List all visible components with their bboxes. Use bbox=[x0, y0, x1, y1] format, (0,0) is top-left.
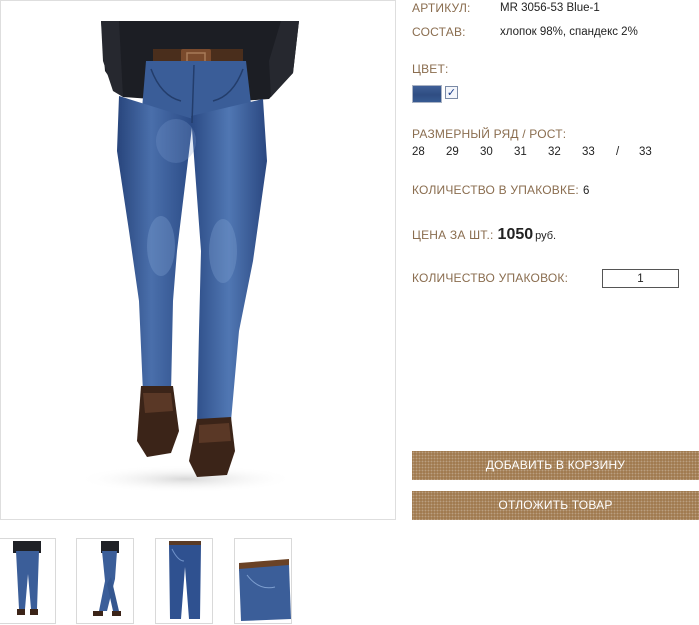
height-item: 33 bbox=[639, 146, 652, 158]
packs-row: КОЛИЧЕСТВО УПАКОВОК: bbox=[412, 271, 568, 285]
add-to-cart-button[interactable]: ДОБАВИТЬ В КОРЗИНУ bbox=[412, 451, 699, 480]
thumbnail-image bbox=[239, 559, 291, 621]
composition-label: СОСТАВ: bbox=[412, 25, 466, 39]
size-item: 28 bbox=[412, 146, 425, 158]
color-label: ЦВЕТ: bbox=[412, 62, 449, 76]
sku-label: АРТИКУЛ: bbox=[412, 1, 471, 15]
size-item: 33 bbox=[582, 146, 595, 158]
packs-label: КОЛИЧЕСТВО УПАКОВОК: bbox=[412, 271, 569, 285]
pack-quantity-label: КОЛИЧЕСТВО В УПАКОВКЕ: bbox=[412, 183, 579, 197]
size-item: 31 bbox=[514, 146, 527, 158]
size-item: 30 bbox=[480, 146, 493, 158]
thumbnail-image bbox=[93, 541, 121, 616]
jeans-photo bbox=[76, 21, 299, 493]
price-label: ЦЕНА ЗА ШТ.: bbox=[412, 228, 494, 242]
sku-value: MR 3056-53 Blue-1 bbox=[500, 2, 600, 14]
size-list: 28 29 30 31 32 33 / 33 bbox=[412, 146, 699, 162]
size-range-label: РАЗМЕРНЫЙ РЯД / РОСТ: bbox=[412, 127, 567, 141]
price-row: ЦЕНА ЗА ШТ.: 1050 руб. bbox=[412, 226, 556, 244]
color-selected-checkbox[interactable]: ✓ bbox=[445, 86, 458, 99]
thumbnail-waistband-detail[interactable] bbox=[234, 538, 292, 624]
main-product-image[interactable] bbox=[0, 0, 396, 520]
thumbnail-image bbox=[169, 541, 201, 619]
color-swatch-blue[interactable] bbox=[412, 85, 442, 103]
color-row: ЦВЕТ: bbox=[412, 62, 449, 76]
thumbnail-front-view[interactable] bbox=[0, 538, 56, 624]
product-info-panel: АРТИКУЛ: MR 3056-53 Blue-1 СОСТАВ: хлопо… bbox=[412, 0, 699, 625]
thumbnail-image bbox=[13, 541, 41, 615]
thumbnail-side-view[interactable] bbox=[76, 538, 134, 624]
thumbnail-flat-front[interactable] bbox=[155, 538, 213, 624]
price-value: 1050 bbox=[497, 226, 534, 243]
sizes-row: РАЗМЕРНЫЙ РЯД / РОСТ: bbox=[412, 127, 566, 141]
packs-quantity-input[interactable] bbox=[602, 269, 679, 288]
sku-row: АРТИКУЛ: MR 3056-53 Blue-1 bbox=[412, 1, 600, 15]
size-item: 32 bbox=[548, 146, 561, 158]
size-item: 29 bbox=[446, 146, 459, 158]
pack-quantity-value: 6 bbox=[582, 185, 590, 197]
pack-quantity-row: КОЛИЧЕСТВО В УПАКОВКЕ: 6 bbox=[412, 183, 589, 197]
composition-value: хлопок 98%, спандекс 2% bbox=[500, 26, 638, 38]
price-currency: руб. bbox=[535, 230, 557, 242]
composition-row: СОСТАВ: хлопок 98%, спандекс 2% bbox=[412, 25, 638, 39]
size-separator: / bbox=[616, 146, 620, 158]
save-for-later-button[interactable]: ОТЛОЖИТЬ ТОВАР bbox=[412, 491, 699, 520]
